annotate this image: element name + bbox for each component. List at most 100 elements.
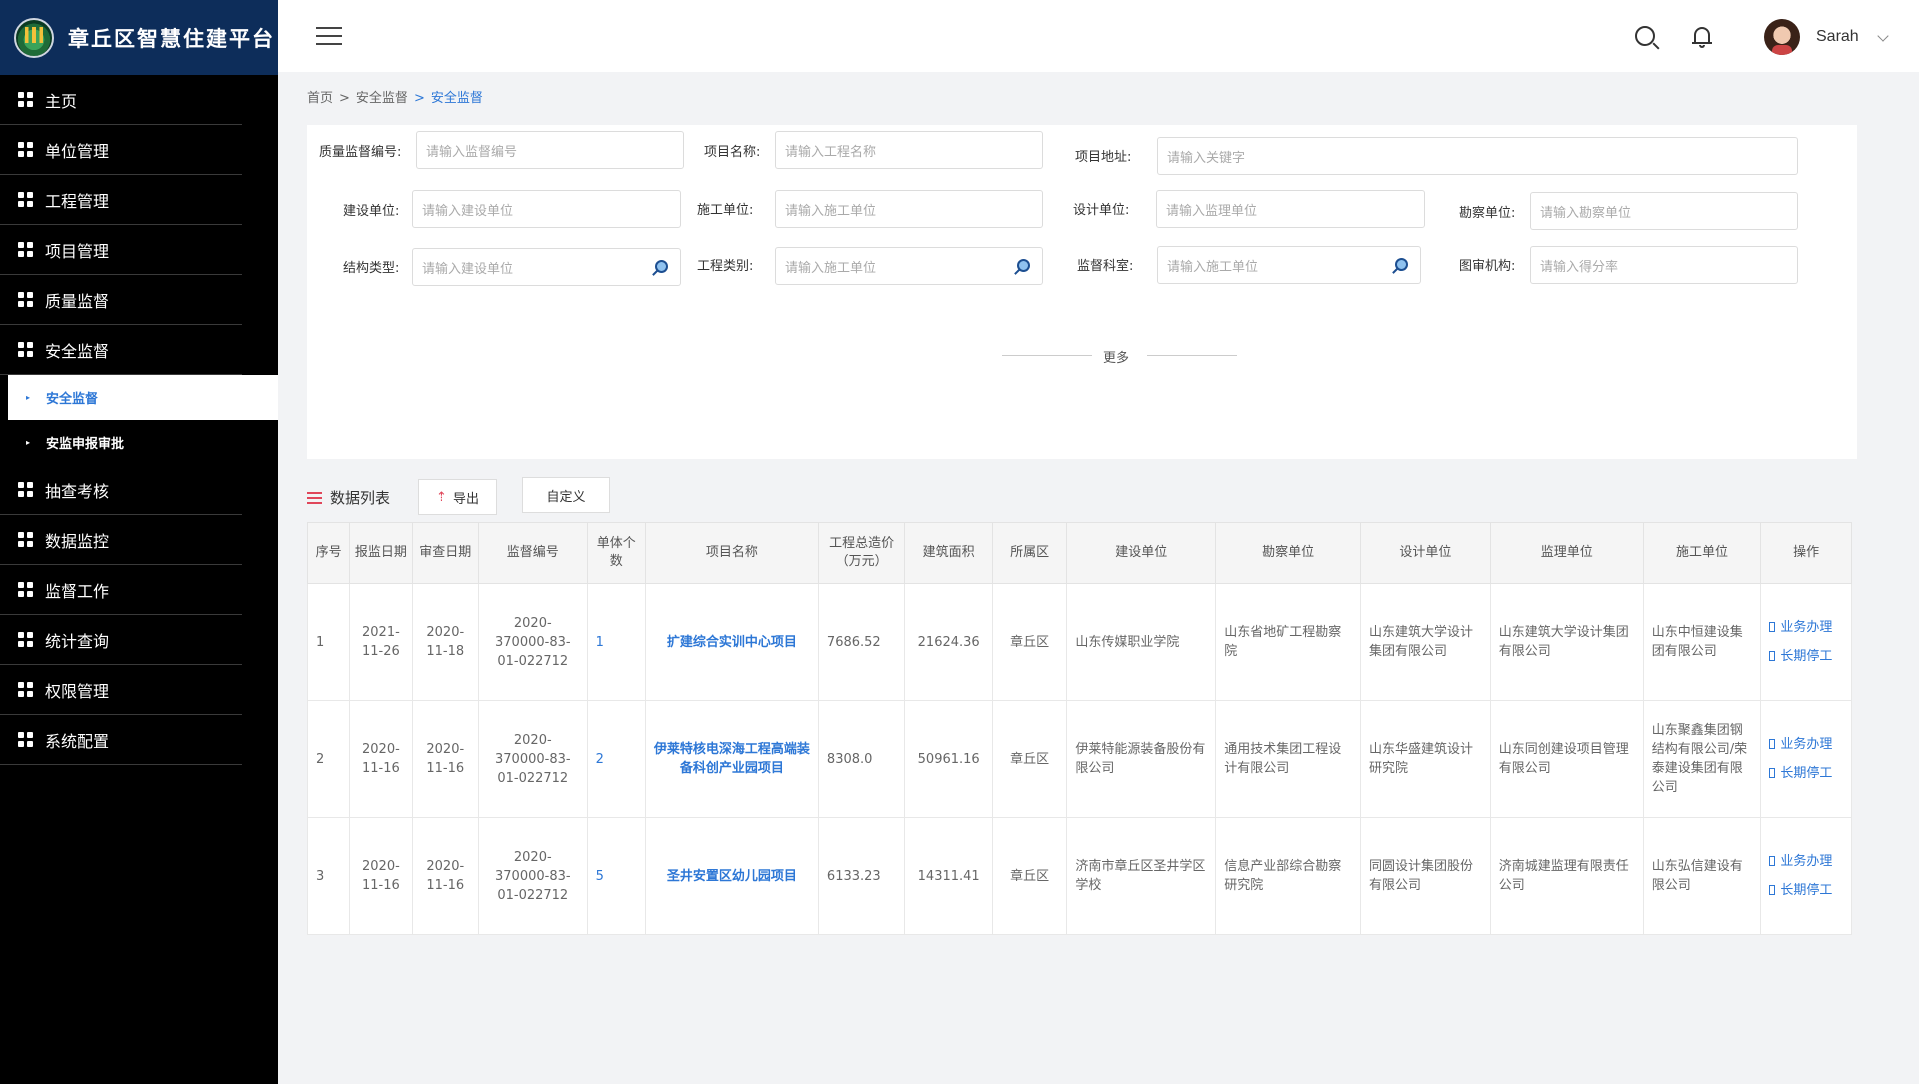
sidebar-item-supervision-work[interactable]: 监督工作: [0, 565, 242, 615]
business-handle-link[interactable]: 业务办理: [1769, 735, 1843, 754]
cell-surveyor: 山东省地矿工程勘察院: [1215, 583, 1362, 701]
cell-designer: 山东华盛建筑设计研究院: [1360, 700, 1491, 818]
sidebar-item-safety-supervision[interactable]: 安全监督: [0, 325, 242, 375]
cell-builder: 伊莱特能源装备股份有限公司: [1066, 700, 1217, 818]
business-handle-label: 业务办理: [1780, 737, 1833, 752]
project-name-label: 项目名称:: [704, 145, 761, 160]
username[interactable]: Sarah: [1816, 28, 1859, 46]
sidebar-item-unit-management[interactable]: 单位管理: [0, 125, 242, 175]
column-header: 建筑面积: [904, 522, 993, 584]
long-stop-link[interactable]: 长期停工: [1769, 647, 1843, 666]
grid-icon: [18, 632, 33, 647]
cell-area: 50961.16: [904, 700, 993, 818]
cell-district: 章丘区: [991, 583, 1068, 701]
upload-icon: ⇡: [436, 489, 447, 505]
project-category-input[interactable]: 请输入施工单位: [775, 247, 1043, 285]
search-icon[interactable]: [1017, 259, 1030, 272]
business-handle-label: 业务办理: [1780, 854, 1833, 869]
cell-constructor: 山东中恒建设集团有限公司: [1642, 583, 1762, 701]
logo[interactable]: 章丘区智慧住建平台: [0, 0, 278, 75]
breadcrumb-home[interactable]: 首页: [307, 91, 333, 106]
supervision-dept-input[interactable]: 请输入施工单位: [1157, 246, 1421, 284]
column-header: 设计单位: [1360, 522, 1491, 584]
builder-input[interactable]: 请输入建设单位: [412, 190, 681, 228]
logo-emblem-icon: [14, 17, 54, 58]
sidebar-item-permission-management[interactable]: 权限管理: [0, 665, 242, 715]
surveyor-input[interactable]: 请输入勘察单位: [1530, 192, 1798, 230]
cell-project-link[interactable]: 圣井安置区幼儿园项目: [644, 817, 819, 935]
cell-project-link[interactable]: 扩建综合实训中心项目: [644, 583, 819, 701]
structure-type-label: 结构类型:: [343, 261, 400, 276]
more-toggle[interactable]: 更多: [1103, 347, 1129, 366]
menu-toggle-icon[interactable]: [316, 27, 342, 45]
customize-button[interactable]: 自定义: [522, 477, 610, 513]
cell-code: 2020-370000-83-01-022712: [477, 583, 588, 701]
doc-icon: [1769, 885, 1776, 895]
search-icon[interactable]: [1635, 26, 1655, 46]
search-icon[interactable]: [1395, 258, 1408, 271]
sidebar-item-spot-check[interactable]: 抽查考核: [0, 465, 242, 515]
long-stop-link[interactable]: 长期停工: [1769, 881, 1843, 900]
list-title-label: 数据列表: [330, 489, 391, 507]
cell-project-link[interactable]: 伊莱特核电深海工程高端装备科创产业园项目: [644, 700, 819, 818]
cell-supervisor: 山东同创建设项目管理有限公司: [1489, 700, 1644, 818]
top-bar: Sarah: [278, 0, 1919, 72]
bell-icon[interactable]: [1692, 25, 1712, 48]
constructor-label: 施工单位:: [697, 203, 754, 218]
project-name-input[interactable]: 请输入工程名称: [775, 131, 1043, 169]
cell-no: 2: [306, 700, 351, 818]
column-header: 工程总造价（万元）: [817, 522, 906, 584]
designer-input[interactable]: 请输入监理单位: [1156, 190, 1425, 228]
quality-no-input[interactable]: 请输入监督编号: [416, 131, 684, 169]
sidebar-item-quality-supervision[interactable]: 质量监督: [0, 275, 242, 325]
column-header: 监督编号: [477, 522, 588, 584]
search-icon[interactable]: [655, 260, 668, 273]
app-title: 章丘区智慧住建平台: [68, 25, 275, 51]
bullet-icon: ▸: [26, 393, 31, 402]
cell-code: 2020-370000-83-01-022712: [477, 700, 588, 818]
avatar[interactable]: [1764, 19, 1800, 55]
sidebar-item-project-management[interactable]: 项目管理: [0, 225, 242, 275]
sidebar-subitem-label: 安全监督: [46, 392, 99, 407]
export-button[interactable]: ⇡ 导出: [418, 479, 497, 515]
divider: [1002, 355, 1092, 356]
breadcrumb-parent[interactable]: 安全监督: [356, 91, 408, 106]
chevron-down-icon[interactable]: [1877, 30, 1889, 42]
cell-district: 章丘区: [991, 700, 1068, 818]
project-address-label: 项目地址:: [1075, 150, 1132, 165]
doc-icon: [1769, 856, 1776, 866]
cell-units[interactable]: 5: [586, 817, 646, 935]
sidebar-subitem-safety-supervision[interactable]: ▸ 安全监督: [8, 375, 278, 420]
doc-icon: [1769, 768, 1776, 778]
cell-review-date: 2020-11-18: [411, 583, 479, 701]
sidebar-item-label: 项目管理: [45, 241, 110, 261]
designer-label: 设计单位:: [1073, 203, 1130, 218]
business-handle-link[interactable]: 业务办理: [1769, 852, 1843, 871]
cell-constructor: 山东弘信建设有限公司: [1642, 817, 1762, 935]
cell-units[interactable]: 2: [586, 700, 646, 818]
sidebar-subitem-safety-approval[interactable]: ▸ 安监申报审批: [0, 420, 278, 465]
sidebar-item-system-config[interactable]: 系统配置: [0, 715, 242, 765]
project-address-input[interactable]: 请输入关键字: [1157, 137, 1798, 175]
sidebar-item-home[interactable]: 主页: [0, 75, 242, 125]
review-org-input[interactable]: 请输入得分率: [1530, 246, 1798, 284]
sidebar-item-engineering-management[interactable]: 工程管理: [0, 175, 242, 225]
project-category-placeholder: 请输入施工单位: [785, 260, 877, 276]
cell-district: 章丘区: [991, 817, 1068, 935]
cell-report-date: 2020-11-16: [349, 817, 413, 935]
long-stop-label: 长期停工: [1780, 883, 1833, 898]
doc-icon: [1769, 651, 1776, 661]
sidebar-item-data-monitor[interactable]: 数据监控: [0, 515, 242, 565]
structure-type-input[interactable]: 请输入建设单位: [412, 248, 681, 286]
breadcrumb-separator: >: [339, 91, 350, 106]
sidebar-item-statistics-query[interactable]: 统计查询: [0, 615, 242, 665]
sidebar-subitem-label: 安监申报审批: [46, 437, 125, 452]
constructor-input[interactable]: 请输入施工单位: [775, 190, 1043, 228]
project-category-label: 工程类别:: [697, 259, 754, 274]
sidebar-item-label: 抽查考核: [45, 481, 110, 501]
table-row: 2 2020-11-16 2020-11-16 2020-370000-83-0…: [306, 700, 1852, 818]
long-stop-label: 长期停工: [1780, 766, 1833, 781]
business-handle-link[interactable]: 业务办理: [1769, 618, 1843, 637]
cell-units[interactable]: 1: [586, 583, 646, 701]
long-stop-link[interactable]: 长期停工: [1769, 764, 1843, 783]
